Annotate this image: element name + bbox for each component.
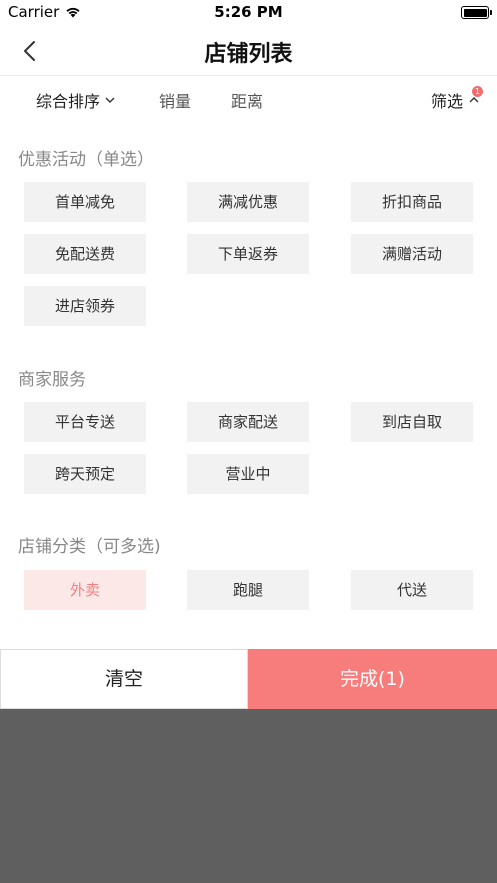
sort-distance-label: 距离 <box>231 92 264 111</box>
filter-label: 筛选 <box>430 92 463 111</box>
category-option[interactable]: 代送 <box>351 570 473 610</box>
navigation-bar: 店铺列表 <box>0 26 497 76</box>
service-option[interactable]: 跨天预定 <box>24 454 146 494</box>
sort-bar: 综合排序 销量 距离 筛选 1 <box>0 77 497 121</box>
status-time: 5:26 PM <box>214 3 283 21</box>
promotion-option[interactable]: 满减优惠 <box>187 182 309 222</box>
filter-toggle[interactable]: 筛选 1 <box>430 86 483 112</box>
service-option[interactable]: 商家配送 <box>187 402 309 442</box>
service-option[interactable]: 到店自取 <box>351 402 473 442</box>
promotion-option[interactable]: 下单返券 <box>187 234 309 274</box>
filter-indicator: 1 <box>467 86 483 106</box>
filter-count-badge: 1 <box>472 86 483 97</box>
dim-overlay[interactable] <box>0 709 497 883</box>
service-option[interactable]: 平台专送 <box>24 402 146 442</box>
filter-panel: 优惠活动（单选） 首单减免 满减优惠 折扣商品 免配送费 下单返券 满赠活动 进… <box>0 121 497 649</box>
done-button[interactable]: 完成(1) <box>248 649 497 709</box>
sort-sales-tab[interactable]: 销量 <box>159 88 191 112</box>
sort-composite-tab[interactable]: 综合排序 <box>36 88 116 112</box>
category-option[interactable]: 跑腿 <box>187 570 309 610</box>
category-option-selected[interactable]: 外卖 <box>24 570 146 610</box>
services-section-title: 商家服务 <box>18 370 86 390</box>
sort-composite-label: 综合排序 <box>36 92 101 111</box>
promotion-option[interactable]: 免配送费 <box>24 234 146 274</box>
sort-distance-tab[interactable]: 距离 <box>231 88 263 112</box>
clear-button[interactable]: 清空 <box>0 649 248 709</box>
promotion-option[interactable]: 首单减免 <box>24 182 146 222</box>
promotions-section-title: 优惠活动（单选） <box>18 150 154 170</box>
chevron-down-icon <box>105 97 115 103</box>
promotion-option[interactable]: 进店领券 <box>24 286 146 326</box>
promotion-option[interactable]: 满赠活动 <box>351 234 473 274</box>
page-title: 店铺列表 <box>204 42 293 67</box>
status-bar: Carrier 5:26 PM <box>0 0 497 26</box>
service-option[interactable]: 营业中 <box>187 454 309 494</box>
sort-sales-label: 销量 <box>159 92 192 111</box>
battery-icon <box>461 6 492 19</box>
promotion-option[interactable]: 折扣商品 <box>351 182 473 222</box>
categories-section-title: 店铺分类（可多选) <box>18 537 161 557</box>
action-bar: 清空 完成(1) <box>0 649 497 709</box>
